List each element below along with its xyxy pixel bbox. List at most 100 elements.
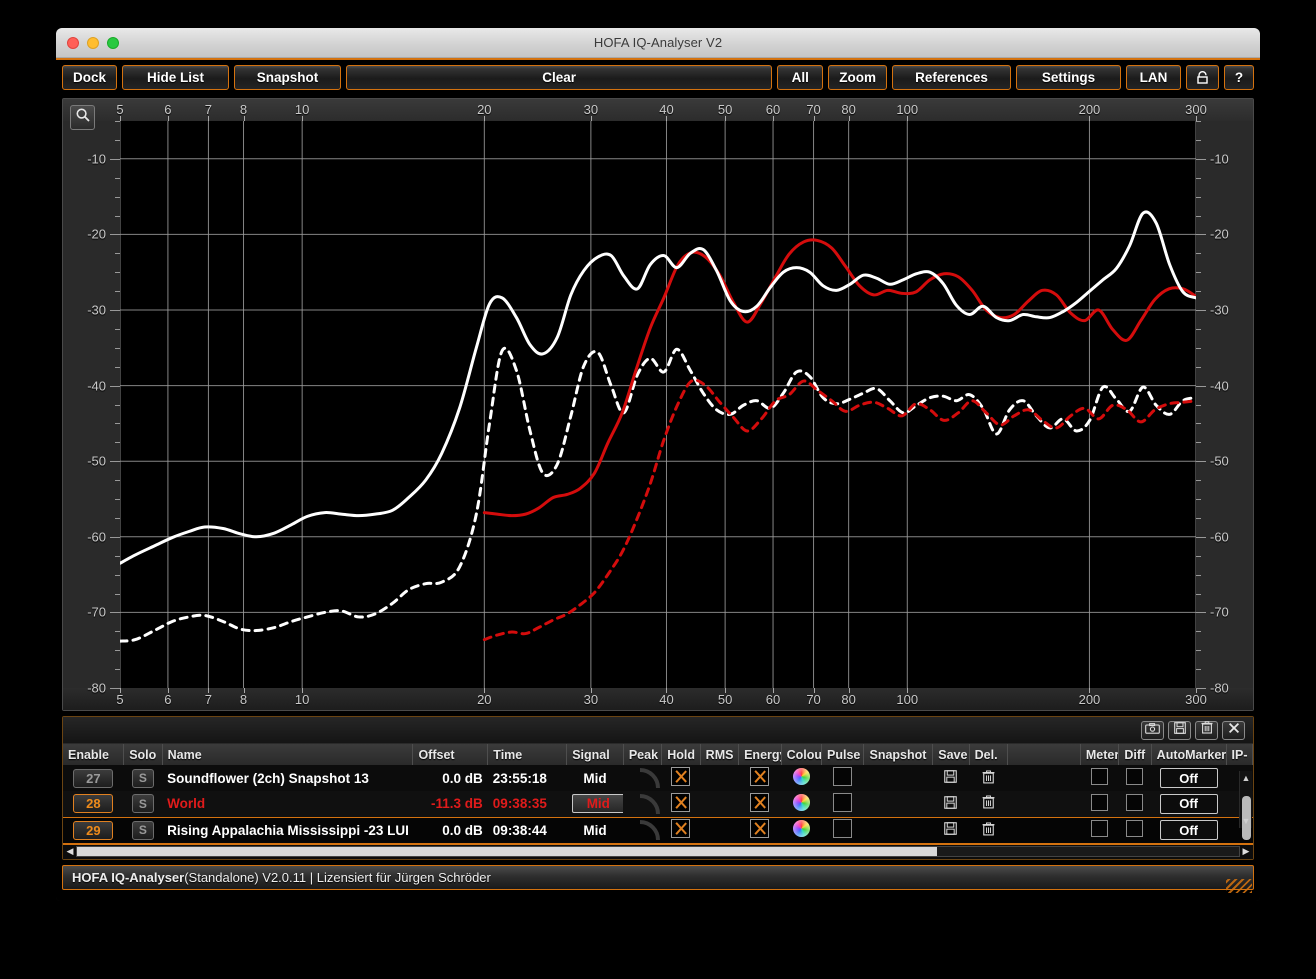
cell-enable[interactable]: 28 [63,791,124,817]
cell-offset[interactable]: 0.0 dB [413,817,488,843]
cell-save[interactable] [933,817,969,843]
cell-save[interactable] [933,791,969,817]
scroll-up-icon[interactable]: ▲ [1242,773,1251,783]
horizontal-scroll-track[interactable] [76,846,1240,857]
col-rms[interactable]: RMS [700,744,738,765]
col-automarker[interactable]: AutoMarker [1151,744,1226,765]
cell-pulse[interactable] [822,817,864,843]
minimize-button[interactable] [87,37,99,49]
col-diff[interactable]: Diff [1119,744,1151,765]
col-solo[interactable]: Solo [124,744,162,765]
cell-del[interactable] [969,791,1007,817]
help-button[interactable]: ? [1224,65,1254,90]
table-row[interactable]: 27SSoundflower (2ch) Snapshot 130.0 dB23… [63,765,1253,791]
diff-checkbox[interactable] [1126,794,1143,811]
meter-checkbox[interactable] [1091,820,1108,837]
chart-zoom-tool-button[interactable] [70,105,95,130]
zoom-button[interactable] [107,37,119,49]
col-offset[interactable]: Offset [413,744,488,765]
cell-solo[interactable]: S [124,791,162,817]
references-button[interactable]: References [892,65,1011,90]
signal-value[interactable]: Mid [583,771,606,786]
hold-checkbox[interactable] [671,767,690,786]
cell-snapshot[interactable] [864,765,933,791]
diff-checkbox[interactable] [1126,768,1143,785]
signal-value[interactable]: Mid [583,823,606,838]
chart-plot-area[interactable] [120,121,1196,688]
cell-colour[interactable] [781,817,821,843]
energy-checkbox[interactable] [750,793,769,812]
cell-hold[interactable] [662,817,700,843]
save-all-button[interactable] [1168,721,1191,740]
save-row-icon[interactable] [944,771,957,786]
cell-name[interactable]: World [162,791,413,817]
close-list-button[interactable] [1222,721,1245,740]
solo-button[interactable]: S [132,794,154,813]
hold-checkbox[interactable] [671,793,690,812]
col-time[interactable]: Time [488,744,567,765]
cell-meter[interactable] [1080,791,1118,817]
cell-hold[interactable] [662,765,700,791]
cell-energy[interactable] [739,817,781,843]
dock-button[interactable]: Dock [62,65,117,90]
clear-button[interactable]: Clear [346,65,772,90]
cell-name[interactable]: Rising Appalachia Mississippi -23 LUI [162,817,413,843]
col-colour[interactable]: Colour [781,744,821,765]
col-ip[interactable]: IP- [1226,744,1252,765]
cell-signal[interactable]: Mid [567,765,624,791]
scroll-right-icon[interactable]: ▶ [1240,846,1252,857]
cell-del[interactable] [969,765,1007,791]
cell-snapshot[interactable] [864,817,933,843]
hold-checkbox[interactable] [671,819,690,838]
window-controls[interactable] [67,37,119,49]
scroll-down-icon[interactable]: ▼ [1242,816,1251,826]
colour-swatch[interactable] [793,820,810,837]
energy-checkbox[interactable] [750,819,769,838]
zoom-toolbar-button[interactable]: Zoom [828,65,887,90]
cell-rms[interactable] [700,765,738,791]
cell-rms[interactable] [700,817,738,843]
col-signal[interactable]: Signal [567,744,624,765]
save-row-icon[interactable] [944,797,957,812]
cell-offset[interactable]: -11.3 dB [413,791,488,817]
meter-checkbox[interactable] [1091,768,1108,785]
save-row-icon[interactable] [944,823,957,838]
cell-meter[interactable] [1080,765,1118,791]
pulse-checkbox[interactable] [833,793,852,812]
cell-automarker[interactable]: Off [1151,817,1226,843]
col-pulse[interactable]: Pulse [822,744,864,765]
meter-checkbox[interactable] [1091,794,1108,811]
close-button[interactable] [67,37,79,49]
resize-grip[interactable] [1226,879,1252,893]
colour-swatch[interactable] [793,768,810,785]
col-meter[interactable]: Meter [1080,744,1118,765]
cell-diff[interactable] [1119,791,1151,817]
cell-colour[interactable] [781,791,821,817]
cell-automarker[interactable]: Off [1151,791,1226,817]
col-peak[interactable]: Peak [623,744,661,765]
horizontal-scroll-thumb[interactable] [77,847,937,856]
col-save[interactable]: Save [933,744,969,765]
cell-enable[interactable]: 27 [63,765,124,791]
delete-all-button[interactable] [1195,721,1218,740]
signal-value[interactable]: Mid [572,794,624,813]
col-hold[interactable]: Hold [662,744,700,765]
cell-pulse[interactable] [822,791,864,817]
table-row[interactable]: 29 S Rising Appalachia Mississippi -23 LUI… [63,817,1253,843]
delete-row-icon[interactable] [982,772,995,787]
solo-button[interactable]: S [132,821,154,840]
pulse-checkbox[interactable] [833,819,852,838]
energy-checkbox[interactable] [750,767,769,786]
enable-toggle[interactable]: 29 [73,821,113,840]
col-del[interactable]: Del. [969,744,1007,765]
camera-button[interactable] [1141,721,1164,740]
settings-button[interactable]: Settings [1016,65,1121,90]
solo-button[interactable]: S [132,769,154,788]
cell-snapshot[interactable] [864,791,933,817]
cell-signal[interactable]: Mid [567,791,624,817]
track-table-container[interactable]: Enable Solo Name Offset Time Signal Peak… [63,744,1253,844]
col-enable[interactable]: Enable [63,744,124,765]
all-button[interactable]: All [777,65,823,90]
cell-hold[interactable] [662,791,700,817]
cell-solo[interactable]: S [124,765,162,791]
